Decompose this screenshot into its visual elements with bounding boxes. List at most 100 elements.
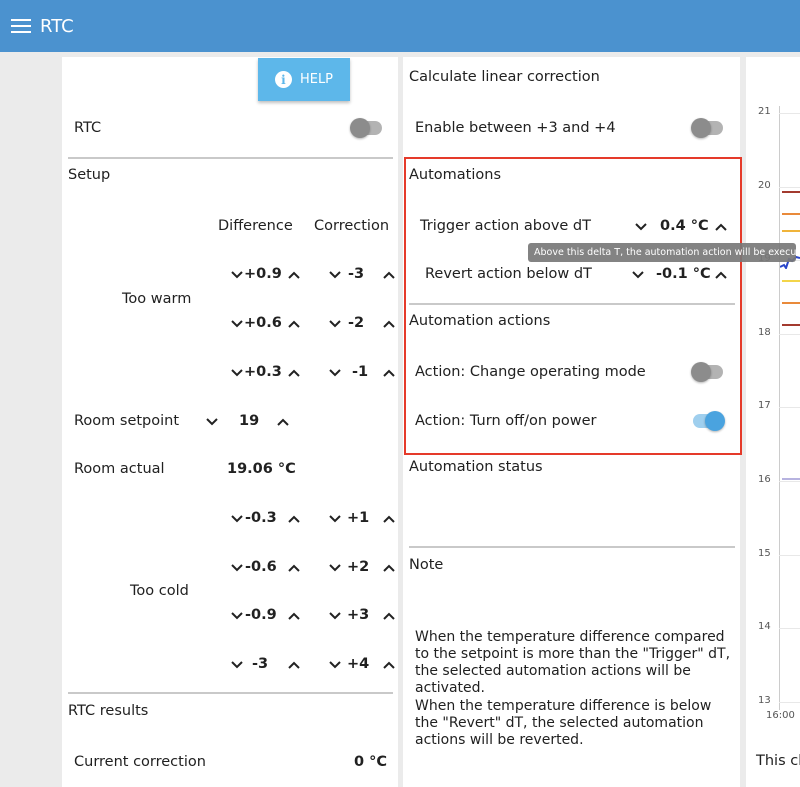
info-icon: i — [274, 71, 292, 88]
enable-linear-label: Enable between +3 and +4 — [415, 120, 616, 136]
chart-y-tick-label: 13 — [758, 694, 771, 706]
decrease-correction-button[interactable] — [328, 658, 342, 672]
chevron-up-icon — [288, 612, 300, 620]
room-actual-value: 19.06 °C — [227, 461, 296, 477]
chart-y-tick-label: 16 — [758, 474, 771, 485]
increase-difference-button[interactable] — [287, 268, 301, 282]
chevron-down-icon — [231, 564, 243, 572]
rtc-card: i HELP RTC Setup Difference Correction T… — [62, 57, 398, 787]
decrease-correction-button[interactable] — [328, 317, 342, 331]
chart-series-line — [782, 324, 800, 326]
correction-header: Correction — [314, 218, 390, 234]
chart-footer-text: This ch — [756, 753, 800, 769]
increase-correction-button[interactable] — [382, 317, 396, 331]
decrease-correction-button[interactable] — [328, 512, 342, 526]
decrease-correction-button[interactable] — [328, 561, 342, 575]
decrease-correction-button[interactable] — [328, 366, 342, 380]
help-button[interactable]: i HELP — [258, 58, 350, 101]
increase-difference-button[interactable] — [287, 609, 301, 623]
chevron-up-icon — [383, 612, 395, 620]
chevron-down-icon — [329, 612, 341, 620]
decrease-difference-button[interactable] — [230, 561, 244, 575]
chevron-down-icon — [231, 515, 243, 523]
chart-series-line — [782, 302, 800, 304]
app-title: RTC — [40, 15, 74, 37]
chevron-down-icon — [329, 564, 341, 572]
divider — [409, 546, 735, 548]
increase-difference-button[interactable] — [287, 658, 301, 672]
increase-correction-button[interactable] — [382, 658, 396, 672]
increase-difference-button[interactable] — [287, 366, 301, 380]
chevron-up-icon — [288, 369, 300, 377]
decrease-difference-button[interactable] — [230, 317, 244, 331]
correction-value: -3 — [348, 266, 365, 282]
room-actual-label: Room actual — [74, 461, 165, 477]
decrease-difference-button[interactable] — [230, 268, 244, 282]
chevron-down-icon — [231, 320, 243, 328]
chart-y-tick-label: 20 — [758, 179, 771, 191]
chevron-down-icon — [329, 320, 341, 328]
chart-gridline — [779, 701, 800, 703]
chart-gridline — [779, 186, 800, 188]
rtc-toggle[interactable] — [350, 118, 384, 138]
chart-gridline — [779, 333, 800, 335]
difference-value: +0.6 — [244, 315, 282, 331]
increase-correction-button[interactable] — [382, 366, 396, 380]
chart-series-line — [782, 213, 800, 215]
chevron-up-icon — [288, 320, 300, 328]
chart-y-tick-label: 18 — [758, 326, 771, 338]
decrease-setpoint-button[interactable] — [205, 415, 219, 429]
increase-correction-button[interactable] — [382, 512, 396, 526]
increase-difference-button[interactable] — [287, 317, 301, 331]
chart-gridline — [779, 113, 800, 114]
enable-linear-toggle[interactable] — [691, 118, 725, 138]
chart-series-line — [782, 478, 800, 480]
menu-icon[interactable] — [11, 18, 31, 34]
chevron-down-icon — [329, 271, 341, 279]
room-setpoint-label: Room setpoint — [74, 413, 180, 429]
chevron-down-icon — [231, 612, 243, 620]
room-setpoint-value: 19 — [239, 413, 260, 429]
increase-difference-button[interactable] — [287, 561, 301, 575]
chart-series-line — [782, 280, 800, 282]
correction-value: -2 — [348, 315, 365, 331]
decrease-difference-button[interactable] — [230, 609, 244, 623]
correction-value: +4 — [347, 656, 370, 672]
current-correction-value: 0 °C — [354, 754, 388, 770]
chevron-down-icon — [231, 661, 243, 669]
chevron-down-icon — [329, 661, 341, 669]
note-paragraph-revert: When the temperature difference is below… — [415, 698, 712, 748]
divider — [68, 692, 393, 694]
difference-value: +0.9 — [244, 266, 282, 282]
chart-gridline — [779, 554, 800, 556]
increase-correction-button[interactable] — [382, 561, 396, 575]
decrease-correction-button[interactable] — [328, 609, 342, 623]
chevron-down-icon — [231, 369, 243, 377]
decrease-correction-button[interactable] — [328, 268, 342, 282]
setup-heading: Setup — [68, 167, 111, 183]
correction-value: +1 — [347, 510, 370, 526]
increase-correction-button[interactable] — [382, 609, 396, 623]
chart-y-tick-label: 14 — [758, 621, 771, 633]
increase-difference-button[interactable] — [287, 512, 301, 526]
highlight-frame — [404, 157, 742, 455]
difference-value: -0.6 — [245, 559, 277, 575]
decrease-difference-button[interactable] — [230, 658, 244, 672]
chart-gridline — [779, 407, 800, 409]
chevron-up-icon — [383, 369, 395, 377]
chevron-down-icon — [231, 271, 243, 279]
chevron-up-icon — [383, 661, 395, 669]
difference-header: Difference — [218, 218, 293, 234]
divider — [68, 157, 393, 159]
chevron-up-icon — [383, 271, 395, 279]
too-warm-label: Too warm — [122, 291, 192, 307]
app-bar: RTC — [0, 0, 800, 52]
rtc-label: RTC — [74, 120, 102, 136]
decrease-difference-button[interactable] — [230, 366, 244, 380]
chart-series-line — [782, 230, 800, 232]
chart-series-line — [782, 191, 800, 193]
increase-correction-button[interactable] — [382, 268, 396, 282]
rtc-results-heading: RTC results — [68, 703, 149, 719]
decrease-difference-button[interactable] — [230, 512, 244, 526]
increase-setpoint-button[interactable] — [276, 415, 290, 429]
